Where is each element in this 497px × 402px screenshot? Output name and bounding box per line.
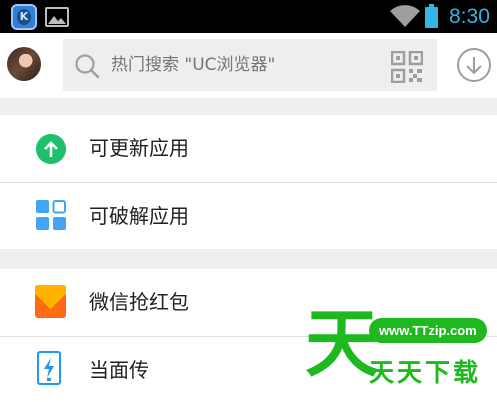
search-icon — [75, 54, 100, 79]
menu-item-label: 当面传 — [89, 358, 149, 382]
battery-icon — [425, 4, 438, 28]
menu-item-crackable-apps[interactable]: 可破解应用 — [0, 183, 497, 250]
menu-item-label: 微信抢红包 — [89, 290, 189, 314]
download-icon[interactable] — [457, 48, 491, 82]
section-gap — [0, 98, 497, 115]
gallery-notification-icon — [45, 7, 69, 27]
status-bar: K 8:30 — [0, 0, 497, 33]
search-header — [0, 33, 497, 98]
watermark-text: 天天下载 — [369, 358, 482, 387]
wifi-icon — [390, 5, 420, 27]
app-notification-icon: K — [11, 4, 37, 30]
watermark-logo: 天 — [305, 301, 379, 387]
update-arrow-icon — [36, 134, 66, 164]
phone-transfer-icon — [37, 351, 61, 385]
status-clock: 8:30 — [449, 5, 490, 28]
watermark-url: www.TTzip.com — [369, 318, 487, 343]
grid-icon — [36, 200, 66, 230]
watermark: 天 www.TTzip.com 天天下载 — [305, 307, 497, 402]
avatar[interactable] — [7, 47, 41, 81]
search-input[interactable] — [111, 39, 371, 91]
section-gap — [0, 249, 497, 269]
app-icon-letter: K — [17, 9, 31, 25]
qr-code-icon[interactable] — [391, 51, 423, 83]
menu-item-label: 可破解应用 — [89, 204, 189, 228]
red-packet-icon — [35, 285, 66, 318]
search-box[interactable] — [63, 39, 437, 91]
menu-item-label: 可更新应用 — [89, 136, 189, 160]
menu-item-updatable-apps[interactable]: 可更新应用 — [0, 115, 497, 182]
